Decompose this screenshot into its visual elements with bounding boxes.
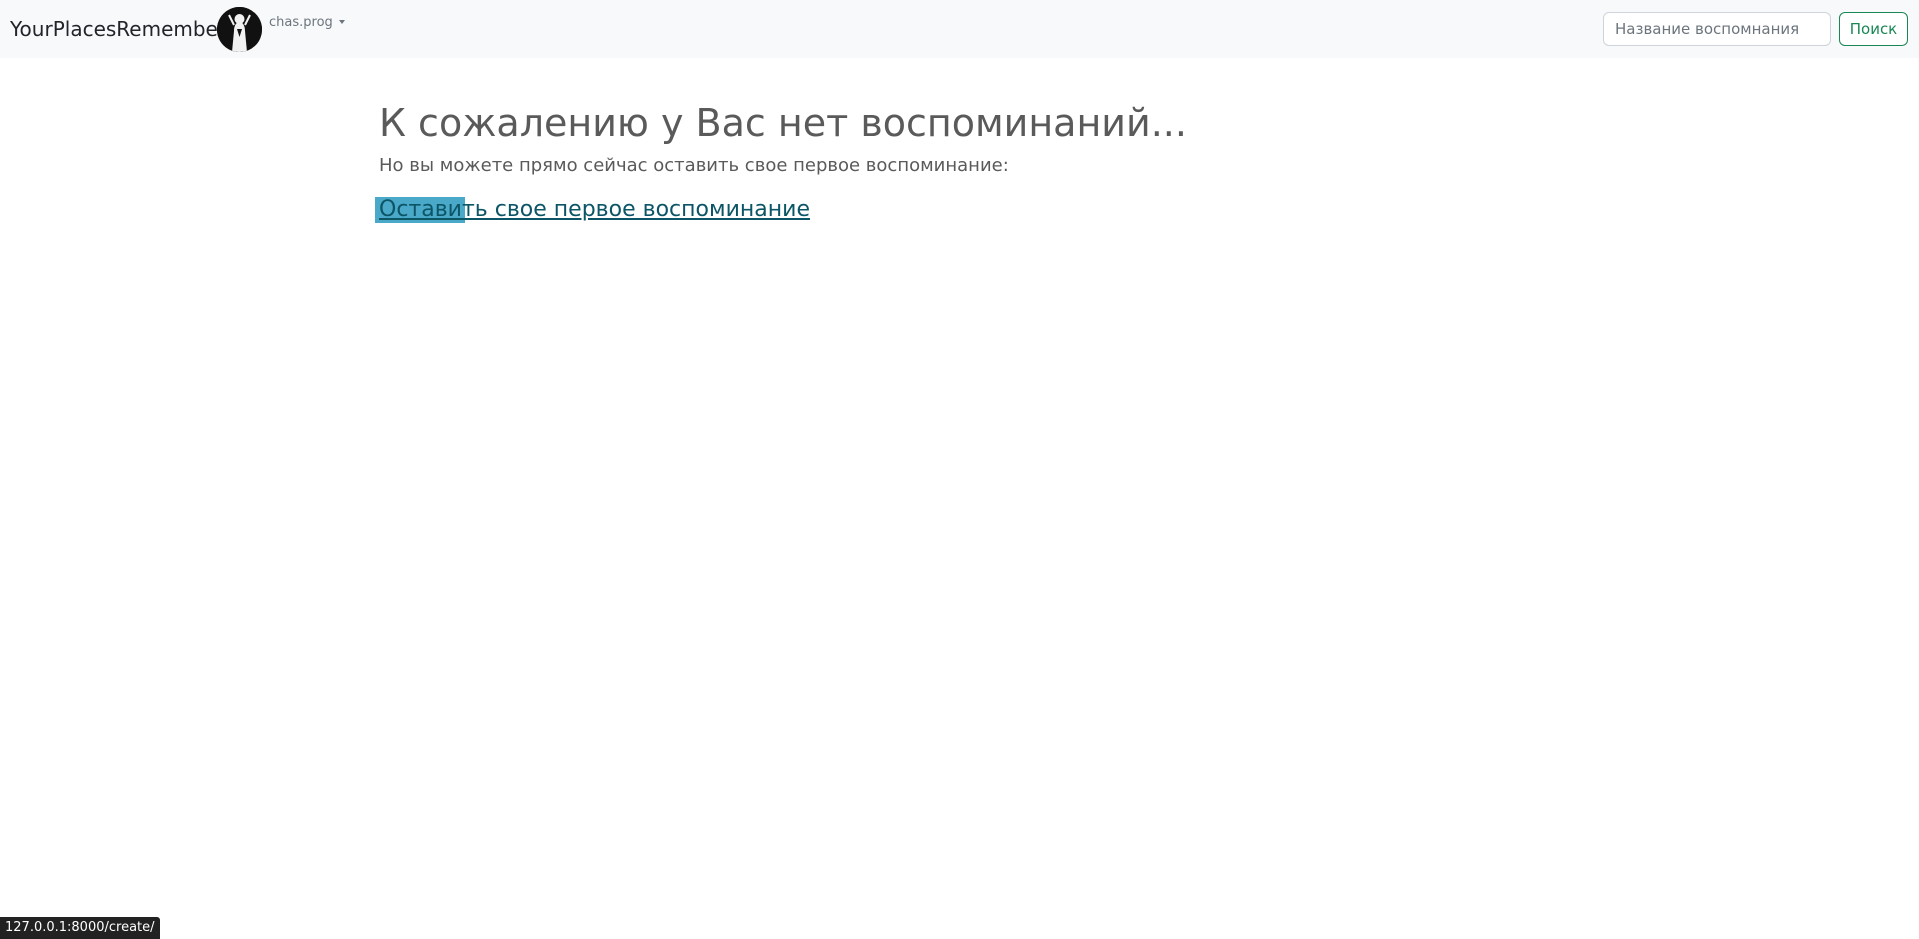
brand-link[interactable]: YourPlacesRemember	[10, 16, 226, 42]
page-subtitle: Но вы можете прямо сейчас оставить свое …	[379, 155, 1009, 176]
user-menu-dropdown[interactable]: chas.prog	[269, 15, 345, 31]
page-title: К сожалению у Вас нет воспоминаний...	[379, 101, 1187, 145]
caret-down-icon	[338, 20, 345, 24]
create-memory-link[interactable]: Оставить свое первое воспоминание	[379, 197, 810, 223]
top-navbar: YourPlacesRemember chas.prog Поиск	[0, 0, 1919, 58]
username-label: chas.prog	[269, 15, 333, 30]
user-avatar-icon[interactable]	[217, 7, 262, 52]
search-input[interactable]	[1603, 12, 1831, 46]
search-button[interactable]: Поиск	[1839, 12, 1908, 46]
status-bar-url: 127.0.0.1:8000/create/	[0, 917, 160, 939]
